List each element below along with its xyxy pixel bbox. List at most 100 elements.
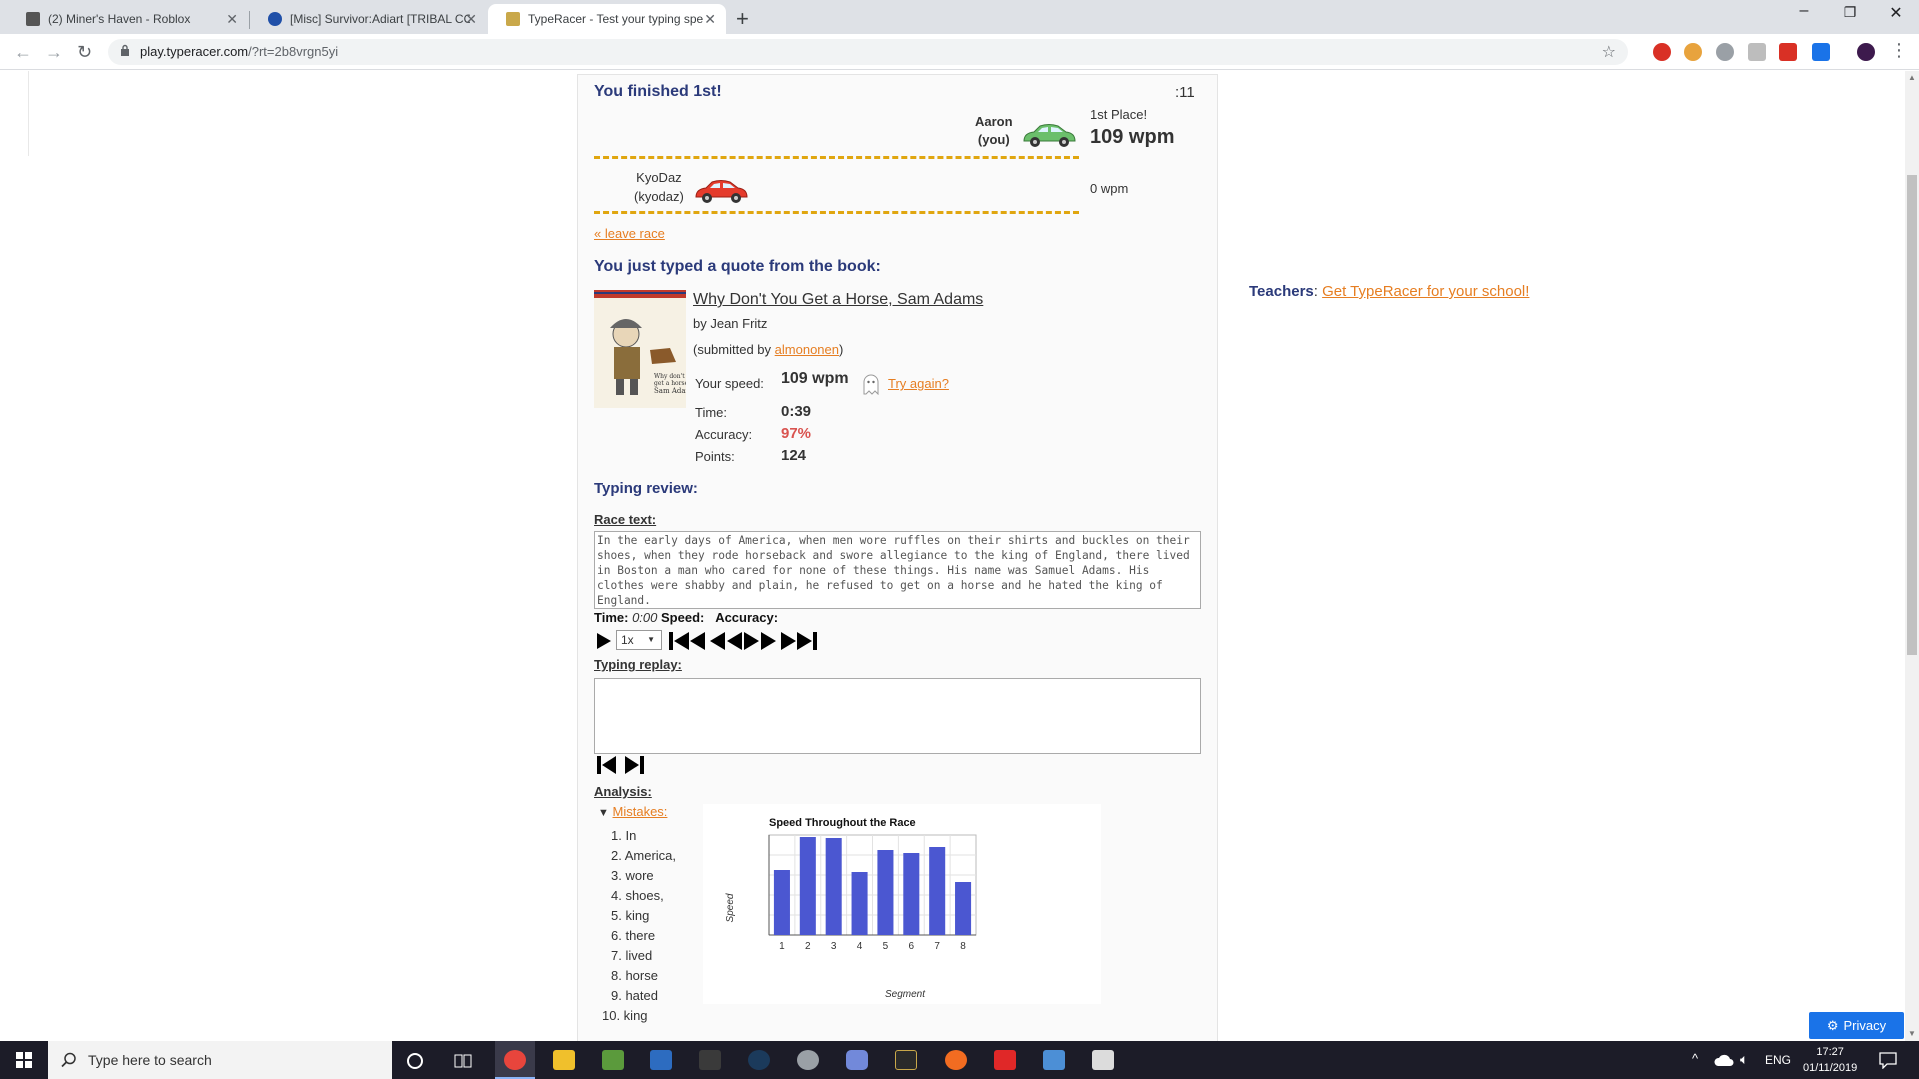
- taskbar-search-box[interactable]: Type here to search: [48, 1041, 392, 1079]
- chart-x-tick-label: 1: [779, 941, 785, 952]
- ghost-icon[interactable]: [861, 373, 881, 395]
- mistakes-link[interactable]: Mistakes:: [613, 804, 668, 819]
- replay-stats: Time: 0:00 Speed: Accuracy:: [594, 610, 779, 625]
- player2-name: KyoDaz: [636, 170, 682, 185]
- roblox-icon[interactable]: [994, 1050, 1016, 1070]
- book-submitted-by: (submitted by almononen): [693, 342, 844, 357]
- fast-forward-icon[interactable]: [743, 630, 777, 652]
- player1-tag: (you): [977, 132, 1010, 147]
- tab-title: [Misc] Survivor:Adiart [TRIBAL CO: [290, 12, 470, 26]
- extension-cookie-icon[interactable]: [1684, 43, 1702, 61]
- extension-lastpass-icon[interactable]: [1779, 43, 1797, 61]
- track-line: [594, 156, 1079, 159]
- tab-title: (2) Miner's Haven - Roblox: [48, 12, 191, 26]
- extension-icon[interactable]: [1748, 43, 1766, 61]
- speed-label: Your speed:: [695, 376, 764, 391]
- onedrive-icon[interactable]: [1714, 1053, 1734, 1067]
- points-label: Points:: [695, 449, 735, 464]
- task-view-icon[interactable]: [453, 1051, 473, 1071]
- close-tab-icon[interactable]: ✕: [704, 11, 716, 28]
- replay-skip-back-icon[interactable]: [596, 754, 618, 776]
- player2-label: KyoDaz (kyodaz): [634, 168, 684, 206]
- get-typeracer-school-link[interactable]: Get TypeRacer for your school!: [1322, 283, 1529, 300]
- skip-to-end-icon[interactable]: [780, 630, 818, 652]
- close-tab-icon[interactable]: ✕: [465, 11, 477, 28]
- leave-race-link[interactable]: « leave race: [594, 226, 665, 241]
- tab-typeracer[interactable]: TypeRacer - Test your typing spe ✕: [488, 4, 726, 34]
- minimize-button[interactable]: –: [1781, 2, 1827, 20]
- typing-review-heading: Typing review:: [594, 480, 698, 497]
- replay-skip-forward-icon[interactable]: [623, 754, 645, 776]
- teachers-label: Teachers: [1249, 283, 1314, 300]
- notifications-icon[interactable]: [1878, 1051, 1898, 1069]
- player1-car-icon: [1023, 124, 1076, 147]
- svg-text:get a horse,: get a horse,: [654, 380, 686, 387]
- race-text-box[interactable]: In the early days of America, when men w…: [594, 531, 1201, 609]
- chart-x-tick-label: 6: [909, 941, 915, 952]
- tab-roblox[interactable]: (2) Miner's Haven - Roblox ✕: [8, 4, 248, 34]
- app-icon[interactable]: [1043, 1050, 1065, 1070]
- close-tab-icon[interactable]: ✕: [226, 11, 238, 28]
- minecraft-icon[interactable]: [602, 1050, 624, 1070]
- new-tab-button[interactable]: +: [736, 6, 749, 32]
- chart-bar: [799, 837, 816, 935]
- typeracer-icon: [506, 12, 520, 26]
- scroll-down-arrow-icon[interactable]: ▼: [1908, 1029, 1916, 1038]
- chart-title: Speed Throughout the Race: [769, 817, 916, 829]
- extension-adblock-icon[interactable]: [1653, 43, 1671, 61]
- reload-button[interactable]: ↻: [77, 42, 92, 63]
- svg-text:Sam Adams?: Sam Adams?: [654, 387, 686, 395]
- close-window-button[interactable]: ✕: [1873, 3, 1919, 23]
- discord-icon[interactable]: [846, 1050, 868, 1070]
- chart-bar: [903, 853, 920, 935]
- bookmark-star-icon[interactable]: ☆: [1602, 42, 1616, 62]
- clock[interactable]: 17:27 01/11/2019: [1803, 1044, 1857, 1076]
- track-line: [594, 211, 1079, 214]
- roblox-icon: [26, 12, 40, 26]
- chart-bar: [877, 850, 894, 935]
- typing-replay-box: [594, 678, 1201, 754]
- forward-button[interactable]: →: [45, 42, 63, 63]
- maximize-button[interactable]: ❐: [1827, 4, 1873, 21]
- privacy-button[interactable]: ⚙ Privacy: [1809, 1012, 1904, 1039]
- cortana-icon[interactable]: [405, 1051, 425, 1071]
- rewind-icon[interactable]: [709, 630, 743, 652]
- race-timer: :11: [1175, 84, 1195, 101]
- menu-kebab-icon[interactable]: ⋮: [1890, 40, 1908, 61]
- chart-x-tick-label: 8: [960, 941, 966, 952]
- app-icon[interactable]: [797, 1050, 819, 1070]
- scrollbar-thumb[interactable]: [1907, 175, 1917, 655]
- volume-icon[interactable]: 🔈︎: [1740, 1051, 1748, 1068]
- tab-misc[interactable]: [Misc] Survivor:Adiart [TRIBAL CO ✕: [250, 4, 487, 34]
- mistake-item: 5. king: [611, 908, 650, 923]
- windows-start-icon[interactable]: [0, 1041, 48, 1079]
- teachers-promo: Teachers: Get TypeRacer for your school!: [1249, 283, 1530, 300]
- replay-time: 0:00: [632, 610, 658, 625]
- profile-avatar[interactable]: [1857, 43, 1875, 61]
- try-again-link[interactable]: Try again?: [888, 376, 949, 391]
- origin-icon[interactable]: [945, 1050, 967, 1070]
- mistakes-toggle[interactable]: ▼ Mistakes:: [598, 804, 667, 819]
- speed-value: 109 wpm: [781, 370, 849, 387]
- file-explorer-icon[interactable]: [553, 1050, 575, 1070]
- chevron-up-icon[interactable]: ^: [1692, 1051, 1698, 1066]
- language-indicator[interactable]: ENG: [1765, 1053, 1791, 1067]
- extension-discord-icon[interactable]: [1716, 43, 1734, 61]
- back-button[interactable]: ←: [14, 42, 32, 63]
- submitter-link[interactable]: almononen: [775, 342, 839, 357]
- extension-arrow-icon[interactable]: [1812, 43, 1830, 61]
- analysis-label: Analysis:: [594, 784, 652, 799]
- book-title-link[interactable]: Why Don't You Get a Horse, Sam Adams: [693, 291, 983, 309]
- triangle-down-icon: ▼: [598, 807, 609, 819]
- play-icon[interactable]: [594, 630, 614, 652]
- roblox-studio-icon[interactable]: [1092, 1050, 1114, 1070]
- game-icon[interactable]: [699, 1050, 721, 1070]
- chart-bar: [955, 882, 972, 935]
- steam-icon[interactable]: [748, 1050, 770, 1070]
- app-icon[interactable]: [650, 1050, 672, 1070]
- address-bar[interactable]: play.typeracer.com/?rt=2b8vrgn5yi ☆: [108, 39, 1628, 65]
- app-icon[interactable]: [895, 1050, 917, 1070]
- skip-to-start-icon[interactable]: [668, 630, 706, 652]
- playback-speed-select[interactable]: 1x ▼: [616, 630, 662, 650]
- scroll-up-arrow-icon[interactable]: ▲: [1908, 73, 1916, 82]
